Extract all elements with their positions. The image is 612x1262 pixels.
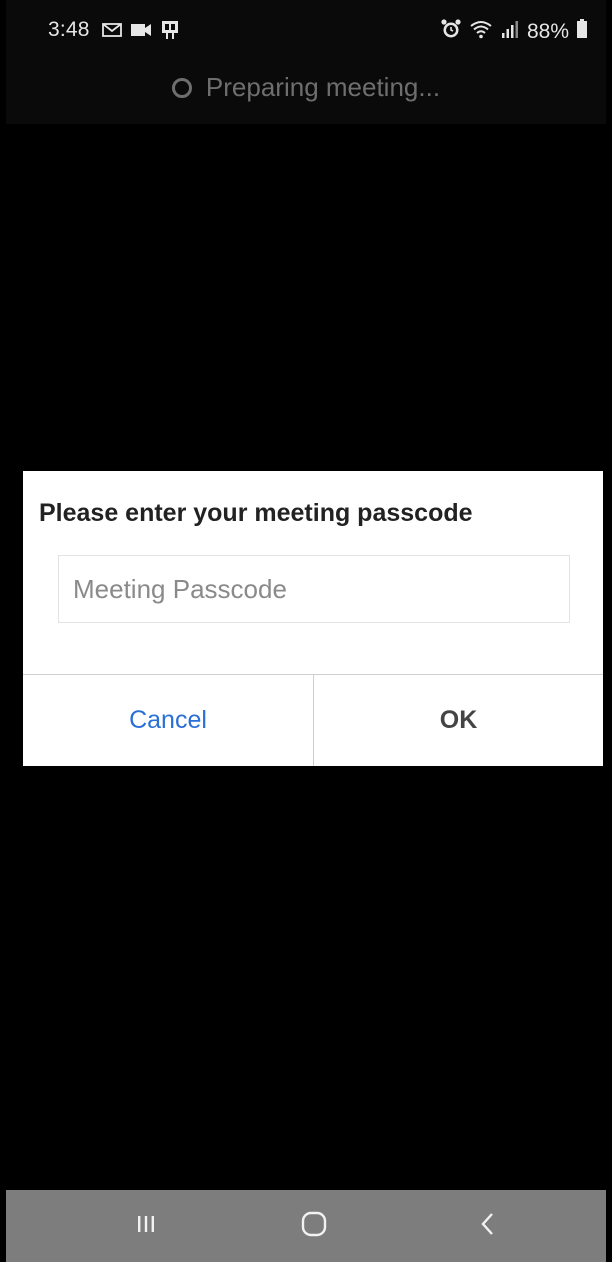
battery-percentage: 88%	[526, 19, 569, 43]
ok-button[interactable]: OK	[314, 675, 603, 766]
passcode-dialog: Please enter your meeting passcode Cance…	[23, 471, 603, 766]
notification-app-icon	[160, 20, 180, 45]
status-notification-icons	[102, 20, 180, 45]
back-icon	[477, 1211, 499, 1242]
alarm-icon	[440, 18, 462, 45]
meeting-status: Preparing meeting...	[6, 72, 606, 103]
home-icon	[299, 1209, 329, 1244]
loading-spinner-icon	[171, 77, 192, 98]
battery-icon	[576, 19, 588, 44]
navigation-bar	[6, 1190, 606, 1262]
dialog-title: Please enter your meeting passcode	[39, 499, 473, 527]
meeting-status-text: Preparing meeting...	[205, 72, 441, 102]
meeting-passcode-input[interactable]	[58, 555, 570, 623]
signal-icon	[500, 19, 520, 44]
gmail-icon	[102, 22, 122, 43]
app-screen: 3:48 88% Preparing meeting... Please ent…	[6, 0, 606, 1262]
back-button[interactable]	[448, 1190, 528, 1262]
cancel-button[interactable]: Cancel	[23, 675, 313, 766]
video-camera-icon	[130, 23, 152, 42]
recents-icon	[135, 1213, 157, 1240]
status-system-icons: 88%	[440, 18, 588, 45]
wifi-icon	[469, 19, 493, 44]
recents-button[interactable]	[106, 1190, 186, 1262]
status-bar: 3:48 88%	[6, 0, 606, 62]
status-time: 3:48	[48, 18, 90, 41]
home-button[interactable]	[274, 1190, 354, 1262]
